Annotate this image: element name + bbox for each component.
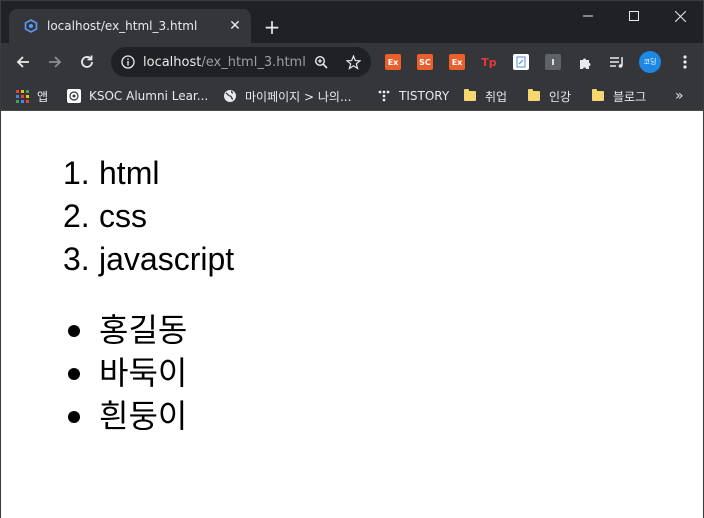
puzzle-extensions-icon[interactable] xyxy=(577,54,593,70)
list-item: 홍길동 xyxy=(63,309,187,352)
bookmark-folder-lecture[interactable]: 인강 xyxy=(527,87,571,105)
list-item: 바둑이 xyxy=(63,352,187,395)
new-tab-button[interactable]: + xyxy=(260,15,284,39)
globe-favicon-icon xyxy=(23,18,39,34)
list-item-text: css xyxy=(99,198,147,234)
bullet-dot xyxy=(68,410,80,423)
bookmark-apps-label: 앱 xyxy=(37,89,49,104)
ext-sc-icon[interactable]: SC xyxy=(417,54,433,70)
url-host: localhost xyxy=(143,54,202,70)
folder-icon xyxy=(463,89,477,103)
bookmark-ksoc[interactable]: KSOC Alumni Lear... xyxy=(67,87,208,105)
bookmark-tistory-label: TISTORY xyxy=(399,89,450,103)
ext-doc-icon[interactable] xyxy=(513,54,529,70)
tab-title: localhost/ex_html_3.html xyxy=(47,19,198,33)
bookmarks-bar: 앱 KSOC Alumni Lear... 마이페이지 > 나의... TIST… xyxy=(1,81,703,111)
list-number: 1. xyxy=(63,155,90,191)
tab-strip: localhost/ex_html_3.html ✕ + xyxy=(1,1,703,43)
tistory-logo-icon xyxy=(377,89,391,103)
globe-icon xyxy=(223,89,237,103)
ksoc-logo-icon xyxy=(67,89,81,103)
info-icon[interactable] xyxy=(121,55,135,69)
toolbar: localhost/ex_html_3.html Ex SC Ex Tp I 코… xyxy=(1,43,703,81)
close-icon xyxy=(674,10,686,22)
bookmark-lecture-label: 인강 xyxy=(549,89,572,104)
bookmark-tistory[interactable]: TISTORY xyxy=(377,87,449,105)
list-item: 1. html xyxy=(63,152,234,195)
bookmark-ksoc-label: KSOC Alumni Lear... xyxy=(89,89,209,103)
forward-button[interactable] xyxy=(43,50,67,74)
maximize-icon xyxy=(629,11,639,21)
page-content: 1. html 2. css 3. javascript 홍길동 바둑이 흰둥이 xyxy=(1,112,703,518)
minimize-button[interactable] xyxy=(565,1,611,31)
media-queue-icon[interactable] xyxy=(609,54,625,70)
bookmark-mypage-label: 마이페이지 > 나의... xyxy=(245,89,352,104)
bookmark-star-icon[interactable] xyxy=(345,54,361,70)
list-item: 2. css xyxy=(63,195,234,238)
browser-window: localhost/ex_html_3.html ✕ + localhost/e… xyxy=(0,0,704,518)
list-item-text: 홍길동 xyxy=(99,311,188,349)
bookmark-folder-job[interactable]: 취업 xyxy=(463,87,507,105)
zoom-icon[interactable] xyxy=(313,54,329,70)
url-text: localhost/ex_html_3.html xyxy=(143,55,306,70)
list-item-text: javascript xyxy=(99,241,235,277)
ext-ex-icon[interactable]: Ex xyxy=(385,54,401,70)
arrow-right-icon xyxy=(49,56,62,68)
close-window-button[interactable] xyxy=(657,1,703,31)
bullet-dot xyxy=(68,367,80,380)
list-item-text: 흰둥이 xyxy=(99,397,188,435)
bullet-dot xyxy=(68,324,80,337)
bookmark-mypage[interactable]: 마이페이지 > 나의... xyxy=(223,87,351,105)
address-bar[interactable]: localhost/ex_html_3.html xyxy=(111,47,371,77)
reload-icon xyxy=(81,55,93,68)
maximize-button[interactable] xyxy=(611,1,657,31)
menu-dots-icon[interactable] xyxy=(675,52,695,72)
bookmark-blog-label: 블로그 xyxy=(613,89,647,104)
apps-grid-icon xyxy=(15,89,29,103)
folder-icon xyxy=(591,89,605,103)
list-item-text: html xyxy=(99,155,160,191)
ordered-list: 1. html 2. css 3. javascript xyxy=(63,152,234,281)
bookmark-folder-blog[interactable]: 블로그 xyxy=(591,87,646,105)
tab-active[interactable]: localhost/ex_html_3.html ✕ xyxy=(9,9,251,43)
reload-button[interactable] xyxy=(75,50,99,74)
unordered-list: 홍길동 바둑이 흰둥이 xyxy=(63,309,187,438)
ext-tp-icon[interactable]: Tp xyxy=(481,54,497,70)
arrow-left-icon xyxy=(16,56,29,68)
list-item-text: 바둑이 xyxy=(99,354,188,392)
bookmark-apps[interactable]: 앱 xyxy=(15,87,48,105)
profile-avatar[interactable]: 코딩 xyxy=(639,51,661,73)
back-button[interactable] xyxy=(11,50,35,74)
ext-i-icon[interactable]: I xyxy=(545,54,561,70)
bookmark-job-label: 취업 xyxy=(485,89,508,104)
list-number: 2. xyxy=(63,198,90,234)
url-path: /ex_html_3.html xyxy=(201,54,306,70)
bookmarks-overflow-button[interactable]: » xyxy=(675,87,684,105)
list-item: 3. javascript xyxy=(63,238,234,281)
minimize-icon xyxy=(583,15,593,17)
list-item: 흰둥이 xyxy=(63,395,187,438)
ext-ex2-icon[interactable]: Ex xyxy=(449,54,465,70)
list-number: 3. xyxy=(63,241,90,277)
folder-icon xyxy=(527,89,541,103)
tab-close-icon[interactable]: ✕ xyxy=(225,16,245,36)
